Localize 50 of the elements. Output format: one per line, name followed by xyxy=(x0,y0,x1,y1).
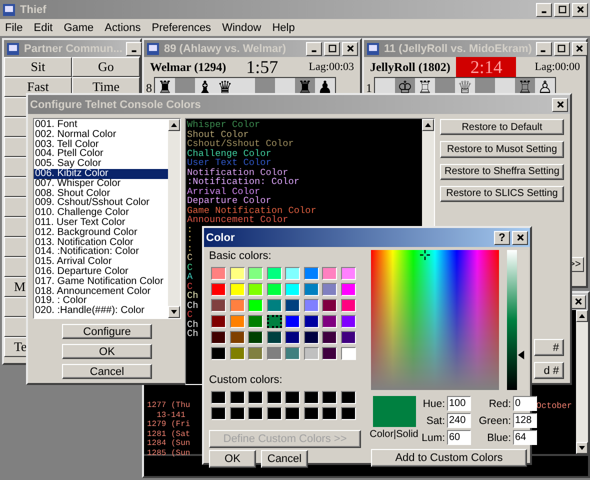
field-label: Blue: xyxy=(486,432,511,444)
game-clock: 2:14 xyxy=(456,57,516,77)
preview-line: Notification Color xyxy=(187,168,288,177)
rank-label: 8 xyxy=(146,80,152,96)
preview-line: Announcement Color xyxy=(187,215,288,224)
console-line: 1277 (Thu xyxy=(147,401,190,411)
dialog-title: Color xyxy=(206,232,235,244)
console-line: 1279 (Fri xyxy=(147,420,190,430)
console-line: 13-141 xyxy=(156,410,186,420)
preview-line: Game Notification Color xyxy=(187,206,316,215)
preview-line: C xyxy=(187,262,193,272)
preview-line: : xyxy=(187,244,193,253)
field-label: Red: xyxy=(488,398,511,410)
preview-line: : xyxy=(187,224,193,234)
preview-label: Color|Solid xyxy=(370,429,418,440)
preview-line: User Text Color xyxy=(187,158,272,168)
preview-line: Ch xyxy=(187,291,198,300)
preview-line: Whisper Color xyxy=(187,120,260,130)
field-label: Green: xyxy=(478,414,511,426)
field-label: Hue: xyxy=(422,398,445,410)
dialog-title: Configure Telnet Console Colors xyxy=(30,98,201,110)
lag-indicator: Lag:00:00 xyxy=(534,61,580,73)
preview-line: Ch xyxy=(187,329,198,338)
preview-line: Ch xyxy=(187,320,198,329)
rank-label: 1 xyxy=(366,80,372,96)
preview-line: Ch xyxy=(187,300,198,310)
preview-line: Challenge Color xyxy=(187,148,272,158)
game-clock: 1:57 xyxy=(245,57,280,77)
preview-line: C xyxy=(187,253,193,262)
preview-line: Departure Color xyxy=(187,196,272,206)
player-name: JellyRoll (1802) xyxy=(370,60,450,74)
preview-line: : xyxy=(187,234,193,244)
preview-line: Cshout/Sshout Color xyxy=(187,139,294,148)
section-label: Custom colors: xyxy=(209,374,284,387)
preview-line: Arrival Color xyxy=(187,186,260,196)
window-title: Thief xyxy=(20,4,46,16)
field-label: Sat: xyxy=(425,414,445,426)
player-name: Welmar (1294) xyxy=(150,60,226,74)
preview-line: Shout Color xyxy=(187,130,249,139)
lag-indicator: Lag:00:03 xyxy=(308,61,354,73)
preview-line: C xyxy=(187,282,193,291)
console-line: 1284 (Sun xyxy=(147,439,190,449)
console-line: October xyxy=(536,402,572,412)
preview-line: A xyxy=(187,272,193,282)
console-line: 1285 (Sun xyxy=(147,448,190,459)
console-line: 1281 (Sat xyxy=(147,430,190,439)
preview-line: :Notification: Color xyxy=(187,177,300,186)
section-label: Basic colors: xyxy=(209,250,272,263)
preview-line: C xyxy=(187,310,193,320)
field-label: Lum: xyxy=(421,432,445,444)
